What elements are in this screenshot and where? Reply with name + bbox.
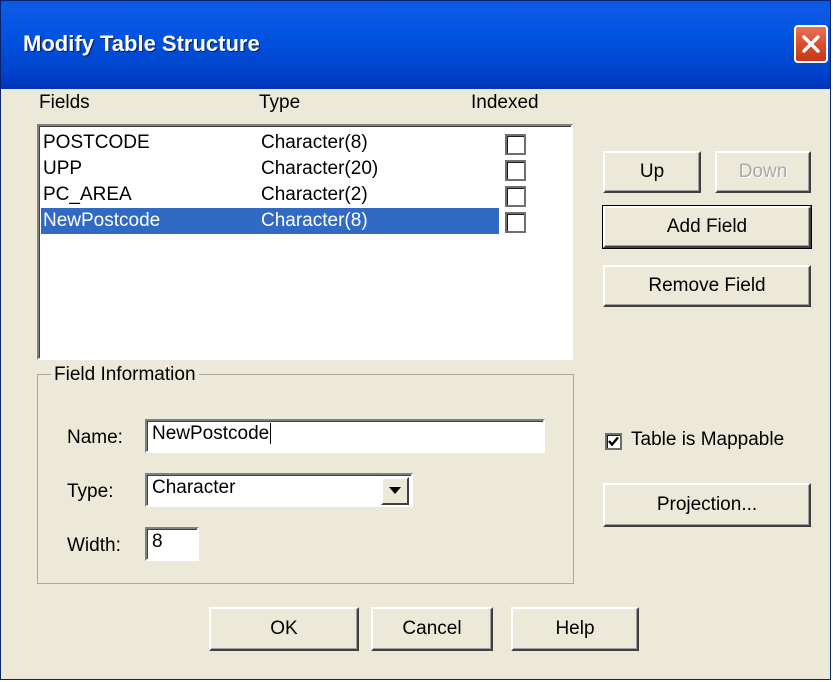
text-cursor (270, 423, 272, 444)
close-button[interactable] (794, 25, 828, 63)
field-name: UPP (43, 158, 83, 179)
indexed-checkbox[interactable] (505, 212, 526, 233)
list-item[interactable]: UPP Character(20) (41, 156, 499, 182)
field-name: POSTCODE (43, 132, 150, 153)
help-button[interactable]: Help (511, 607, 639, 651)
list-item[interactable]: PC_AREA Character(2) (41, 182, 499, 208)
table-mappable-label[interactable]: Table is Mappable (631, 429, 784, 451)
cancel-button[interactable]: Cancel (371, 607, 493, 651)
list-item-selected[interactable]: NewPostcode Character(8) (41, 208, 499, 234)
field-name: PC_AREA (43, 184, 132, 205)
down-button[interactable]: Down (715, 151, 811, 193)
type-select-value: Character (152, 477, 236, 498)
indexed-checkbox[interactable] (505, 134, 526, 155)
remove-field-button[interactable]: Remove Field (603, 265, 811, 307)
field-type: Character(8) (261, 132, 368, 153)
list-item[interactable]: POSTCODE Character(8) (41, 130, 499, 156)
header-type: Type (259, 92, 301, 113)
field-information-label: Field Information (51, 364, 199, 386)
projection-button[interactable]: Projection... (603, 483, 811, 527)
up-button[interactable]: Up (603, 151, 701, 193)
ok-button[interactable]: OK (209, 607, 359, 651)
chevron-down-icon (389, 487, 401, 494)
width-input[interactable]: 8 (145, 527, 199, 561)
add-field-button[interactable]: Add Field (602, 205, 812, 249)
title-bar[interactable]: Modify Table Structure (1, 1, 830, 89)
name-input-value: NewPostcode (152, 423, 270, 444)
width-input-value: 8 (152, 531, 163, 552)
table-mappable-checkbox[interactable] (605, 433, 622, 450)
dropdown-button[interactable] (381, 477, 409, 505)
dialog-title: Modify Table Structure (23, 31, 260, 56)
field-type: Character(8) (261, 210, 368, 231)
header-indexed: Indexed (471, 92, 539, 113)
width-label: Width: (67, 535, 121, 556)
field-type: Character(20) (261, 158, 379, 179)
type-select[interactable]: Character (145, 473, 413, 507)
header-fields: Fields (39, 92, 90, 113)
dialog-window: Modify Table Structure Fields Type Index… (0, 0, 831, 680)
close-icon (802, 35, 820, 53)
type-label: Type: (67, 481, 114, 502)
indexed-checkbox[interactable] (505, 186, 526, 207)
checkmark-icon (608, 436, 619, 447)
name-input[interactable]: NewPostcode (145, 419, 545, 453)
field-name: NewPostcode (43, 210, 161, 231)
field-type: Character(2) (261, 184, 368, 205)
name-label: Name: (67, 427, 123, 448)
fields-listbox[interactable]: POSTCODE Character(8) UPP Character(20) … (37, 124, 573, 360)
dialog-body: Fields Type Indexed POSTCODE Character(8… (1, 89, 830, 679)
indexed-checkbox[interactable] (505, 160, 526, 181)
